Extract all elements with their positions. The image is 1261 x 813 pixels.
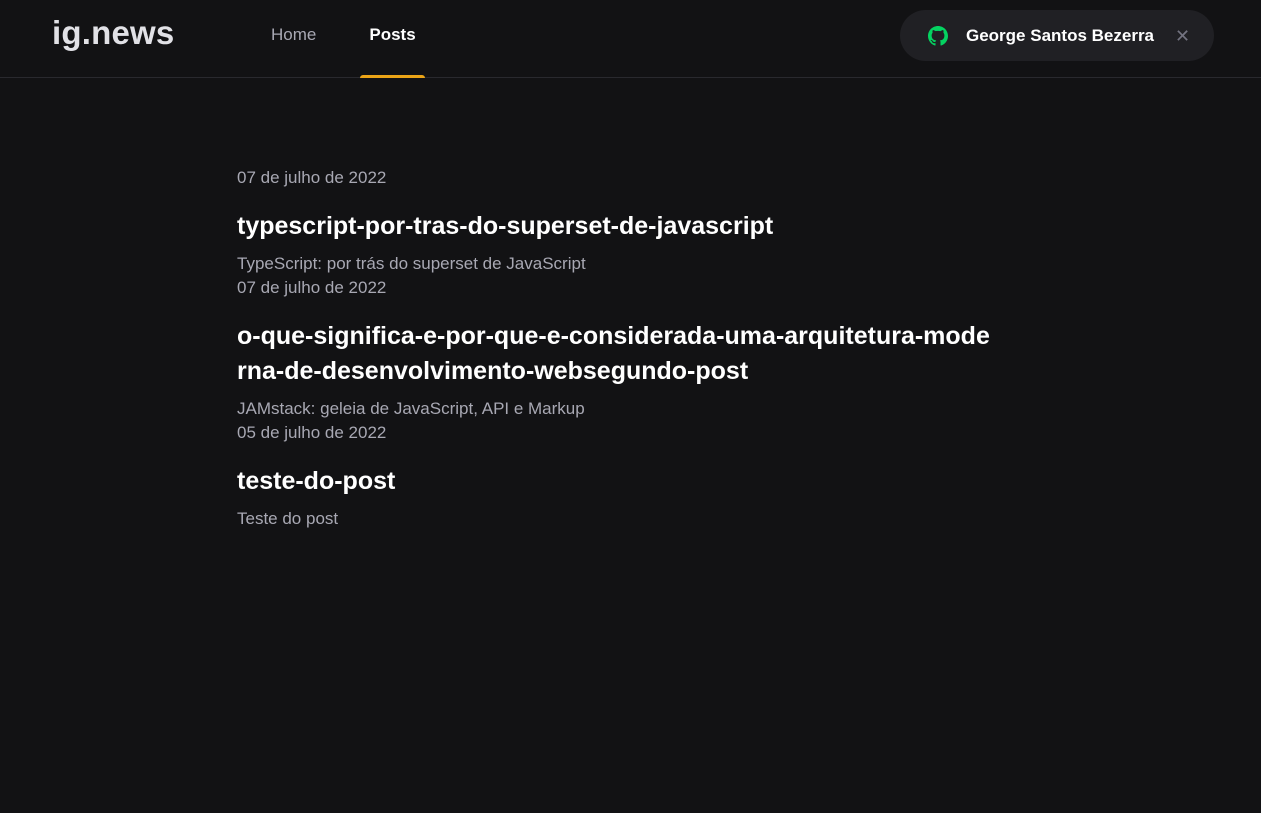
sign-out-button[interactable]: George Santos Bezerra ✕ [900,10,1214,61]
close-icon[interactable]: ✕ [1175,27,1190,45]
nav-link-home[interactable]: Home [262,0,325,78]
logo[interactable]: ig.news [52,14,174,52]
post-item[interactable]: 05 de julho de 2022 teste-do-post Teste … [237,421,997,531]
main-nav: Home Posts [262,0,460,78]
post-date: 07 de julho de 2022 [237,168,387,187]
header: ig.news Home Posts George Santos Bezerra… [0,0,1261,78]
post-date: 07 de julho de 2022 [237,278,387,297]
post-date: 05 de julho de 2022 [237,423,387,442]
nav-link-posts[interactable]: Posts [360,0,425,78]
post-title[interactable]: typescript-por-tras-do-superset-de-javas… [237,209,997,244]
post-item[interactable]: 07 de julho de 2022 typescript-por-tras-… [237,166,997,276]
github-icon [928,25,948,46]
post-title[interactable]: o-que-significa-e-por-que-e-considerada-… [237,319,997,389]
post-item[interactable]: 07 de julho de 2022 o-que-significa-e-po… [237,276,997,421]
post-excerpt: TypeScript: por trás do superset de Java… [237,254,586,273]
post-excerpt: JAMstack: geleia de JavaScript, API e Ma… [237,399,585,418]
user-name: George Santos Bezerra [966,25,1155,45]
posts-list: 07 de julho de 2022 typescript-por-tras-… [237,166,997,531]
post-title[interactable]: teste-do-post [237,464,997,499]
post-excerpt: Teste do post [237,509,339,528]
